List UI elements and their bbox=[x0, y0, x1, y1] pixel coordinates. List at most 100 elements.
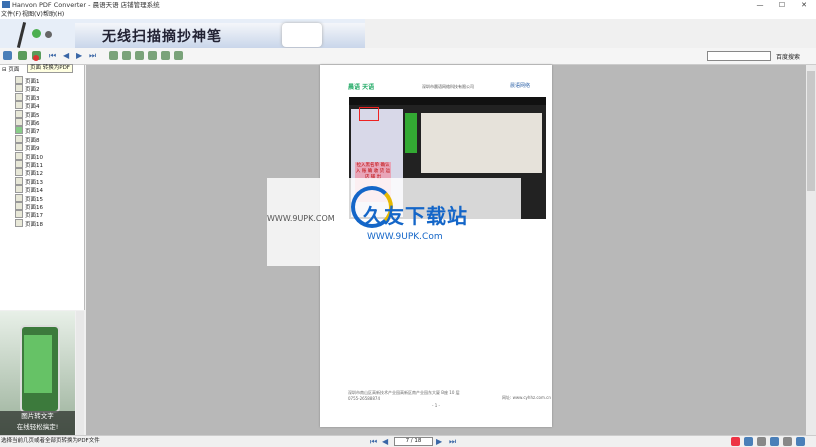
tree-page-item[interactable]: 页面12 bbox=[15, 168, 43, 177]
watermark-brand: 久友下载站 bbox=[363, 204, 468, 228]
settings-icon[interactable] bbox=[796, 437, 805, 446]
screenshot-green-bar bbox=[405, 113, 417, 153]
doc-footer-website: 网址: www.cyhhz.com.cn bbox=[502, 395, 551, 400]
rotate-icon[interactable] bbox=[161, 51, 170, 60]
ime-icon[interactable] bbox=[731, 437, 740, 446]
status-last-page-icon[interactable]: ⏭ bbox=[449, 436, 456, 447]
keyboard-icon[interactable] bbox=[783, 437, 792, 446]
tree-page-item[interactable]: 页面14 bbox=[15, 185, 43, 194]
caption-line-2: 在线轻松搞定! bbox=[16, 423, 59, 431]
refresh-icon[interactable] bbox=[3, 51, 12, 60]
page-icon bbox=[15, 101, 23, 110]
tree-page-item[interactable]: 页面8 bbox=[15, 134, 40, 144]
fit-width-icon[interactable] bbox=[135, 51, 144, 60]
app-icon bbox=[2, 1, 10, 8]
tree-root[interactable]: ⊟ 页面 bbox=[2, 66, 19, 74]
tree-page-item[interactable]: 页面11 bbox=[15, 160, 43, 169]
fit-page-icon[interactable] bbox=[148, 51, 157, 60]
status-next-page-icon[interactable]: ▶ bbox=[436, 436, 442, 447]
page-icon bbox=[15, 151, 23, 160]
page-icon bbox=[15, 118, 23, 126]
zoom-out-icon[interactable] bbox=[122, 51, 131, 60]
tree-page-item[interactable]: 页面15 bbox=[15, 193, 43, 203]
banner-text: 无线扫描摘抄神笔 bbox=[102, 29, 222, 45]
convert-icon[interactable] bbox=[18, 51, 27, 60]
scanner-pen-image bbox=[282, 23, 322, 47]
page-icon bbox=[15, 84, 23, 93]
page-icon bbox=[15, 218, 23, 227]
page-icon bbox=[15, 126, 23, 135]
tree-page-item[interactable]: 页面17 bbox=[15, 210, 43, 219]
tree-page-item[interactable]: 页面5 bbox=[15, 109, 40, 119]
pen-icon bbox=[16, 22, 27, 48]
tree-page-item[interactable]: 页面2 bbox=[15, 84, 40, 93]
tree-page-item[interactable]: 页面10 bbox=[15, 151, 43, 161]
doc-logo-right: 晨语网络 bbox=[510, 83, 531, 89]
screenshot-highlight bbox=[359, 107, 379, 121]
page-icon bbox=[15, 92, 23, 101]
tree-page-item[interactable]: 页面16 bbox=[15, 202, 43, 211]
screenshot-header bbox=[349, 97, 546, 105]
expand-icon[interactable]: ⊟ bbox=[2, 67, 7, 73]
watermark-url-left: WWW.9UPK.COM bbox=[267, 214, 335, 223]
last-page-icon[interactable]: ⏭ bbox=[89, 50, 96, 61]
screenshot-grid bbox=[421, 113, 542, 173]
status-first-page-icon[interactable]: ⏮ bbox=[370, 436, 377, 447]
search-input[interactable] bbox=[707, 51, 771, 61]
lang-icon[interactable] bbox=[744, 437, 753, 446]
title-bar: Hanvon PDF Converter - 晨语天语 店铺管理系统 — ☐ ✕ bbox=[0, 0, 816, 10]
vertical-scrollbar[interactable] bbox=[806, 65, 816, 435]
punct-icon[interactable] bbox=[757, 437, 766, 446]
page-icon bbox=[15, 160, 23, 168]
prev-page-icon[interactable]: ◀ bbox=[63, 50, 69, 61]
doc-page-number: - 1 - bbox=[432, 403, 440, 408]
page-icon bbox=[15, 143, 23, 152]
phone-screen bbox=[24, 335, 52, 393]
tree-page-item[interactable]: 页面7 bbox=[15, 126, 40, 135]
page-icon bbox=[15, 168, 23, 177]
toolbar: ⏮ ◀ ▶ ⏭ 百度搜索 bbox=[0, 48, 816, 65]
next-page-icon[interactable]: ▶ bbox=[76, 50, 82, 61]
minimize-button[interactable]: — bbox=[750, 0, 770, 10]
preview-ad[interactable]: 图片转文字 在线轻松搞定! bbox=[0, 311, 75, 435]
doc-footer-phone: 0755-26588874 bbox=[348, 396, 380, 401]
doc-logo-left: 晨语 天语 bbox=[348, 84, 375, 91]
page-icon bbox=[15, 210, 23, 219]
tree-page-item[interactable]: 页面13 bbox=[15, 176, 43, 186]
page-number-input[interactable]: 7 / 18 bbox=[394, 437, 433, 446]
page-icon bbox=[15, 109, 23, 118]
apple-icon bbox=[45, 31, 52, 38]
mic-icon[interactable] bbox=[770, 437, 779, 446]
maximize-button[interactable]: ☐ bbox=[772, 0, 792, 10]
menu-view[interactable]: 视图(V) bbox=[22, 10, 43, 19]
watermark: 久友下载站 WWW.9UPK.COM WWW.9UPK.Com bbox=[267, 178, 521, 266]
status-bar: 选择当前几页或者全部页转换为PDF文件 ⏮ ◀ 7 / 18 ▶ ⏭ bbox=[0, 435, 816, 447]
first-page-icon[interactable]: ⏮ bbox=[49, 50, 56, 61]
page-icon bbox=[15, 76, 23, 84]
tree-page-item[interactable]: 页面4 bbox=[15, 101, 40, 110]
page-icon bbox=[15, 202, 23, 210]
page-icon bbox=[15, 193, 23, 202]
scrollbar-thumb[interactable] bbox=[807, 71, 815, 191]
status-prev-page-icon[interactable]: ◀ bbox=[382, 436, 388, 447]
menu-file[interactable]: 文件(F) bbox=[1, 10, 21, 19]
red-arrow-marker bbox=[33, 55, 39, 61]
export-icon[interactable] bbox=[174, 51, 183, 60]
tree-page-item[interactable]: 页面9 bbox=[15, 143, 40, 152]
menu-bar: 文件(F) 视图(V) 帮助(H) bbox=[0, 10, 816, 19]
baidu-search-button[interactable]: 百度搜索 bbox=[776, 52, 800, 61]
window-title: Hanvon PDF Converter - 晨语天语 店铺管理系统 bbox=[12, 1, 160, 9]
tree-page-item[interactable]: 页面18 bbox=[15, 218, 43, 228]
android-icon bbox=[32, 29, 41, 38]
caption-line-1: 图片转文字 bbox=[21, 412, 54, 420]
tree-page-item[interactable]: 页面3 bbox=[15, 92, 40, 102]
menu-help[interactable]: 帮助(H) bbox=[43, 10, 64, 19]
ad-banner[interactable]: 无线扫描摘抄神笔 bbox=[0, 19, 365, 48]
preview-scrollbar[interactable] bbox=[76, 311, 84, 435]
tree-page-item[interactable]: 页面6 bbox=[15, 118, 40, 127]
status-text: 选择当前几页或者全部页转换为PDF文件 bbox=[1, 438, 100, 444]
tree-page-item[interactable]: 页面1 bbox=[15, 76, 40, 85]
zoom-in-icon[interactable] bbox=[109, 51, 118, 60]
close-button[interactable]: ✕ bbox=[794, 0, 814, 10]
tree-root-label: 页面 bbox=[8, 67, 20, 73]
